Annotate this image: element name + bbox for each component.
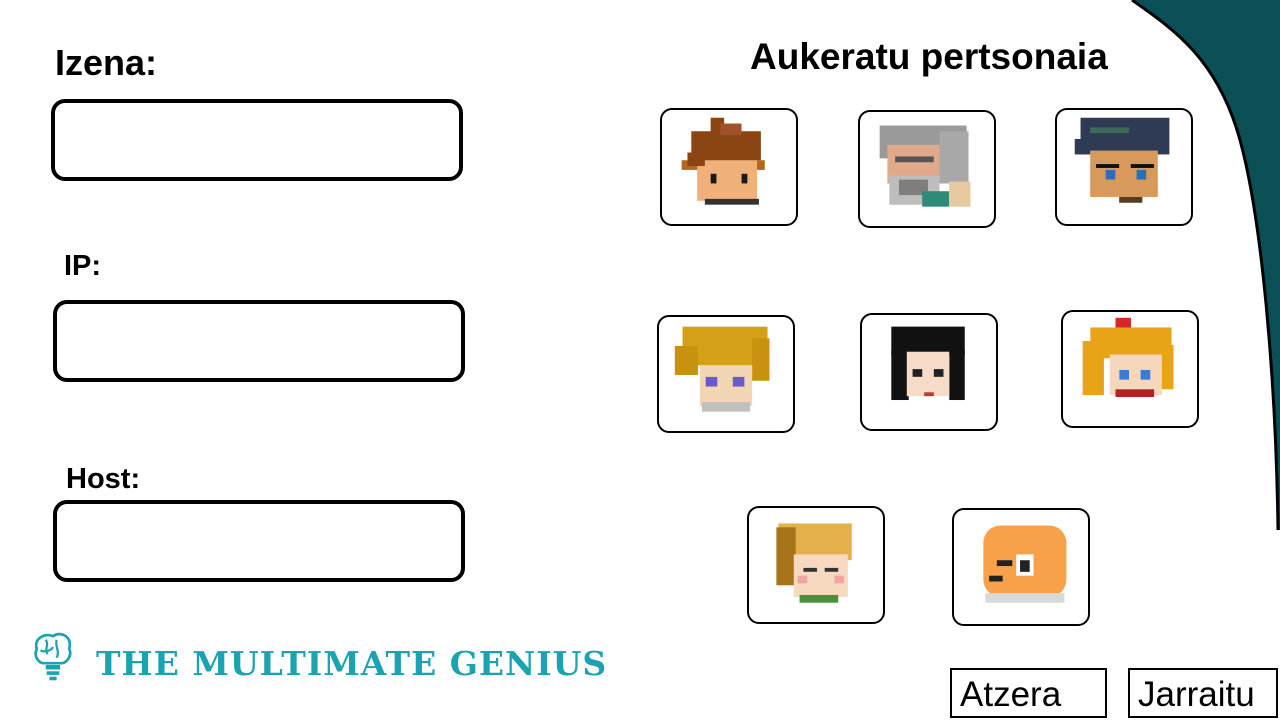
character-card-grey-beard-elder[interactable]: [858, 110, 996, 228]
character-card-orange-round-head[interactable]: [952, 508, 1090, 626]
ip-label: IP:: [64, 250, 102, 282]
character-portrait-icon: [983, 525, 1067, 603]
character-card-black-hair-girl[interactable]: [860, 313, 998, 431]
character-portrait-icon: [776, 523, 852, 603]
brain-lightbulb-icon: [34, 632, 72, 681]
character-portrait-icon: [1082, 317, 1174, 398]
character-portrait-icon: [681, 117, 765, 205]
character-card-dark-hair-boy[interactable]: [1055, 108, 1193, 226]
character-card-golden-hair[interactable]: [657, 315, 795, 433]
character-card-brown-spiky-hair[interactable]: [660, 108, 798, 226]
logo-text: THE MULTIMATE GENIUS: [96, 644, 608, 683]
character-card-orange-hair-bow[interactable]: [1061, 310, 1199, 428]
name-label: Izena:: [55, 42, 158, 83]
character-portrait-icon: [891, 326, 965, 401]
character-portrait-icon: [879, 125, 971, 207]
back-button[interactable]: Atzera: [950, 668, 1107, 718]
ip-input[interactable]: [53, 300, 465, 382]
character-portrait-icon: [1074, 117, 1170, 203]
character-card-blond-bob[interactable]: [747, 506, 885, 624]
name-input[interactable]: [51, 99, 463, 181]
host-label: Host:: [66, 463, 141, 495]
host-input[interactable]: [53, 500, 465, 582]
character-portrait-icon: [674, 326, 770, 412]
character-select-heading: Aukeratu pertsonaia: [750, 36, 1108, 77]
continue-button[interactable]: Jarraitu: [1128, 668, 1278, 718]
